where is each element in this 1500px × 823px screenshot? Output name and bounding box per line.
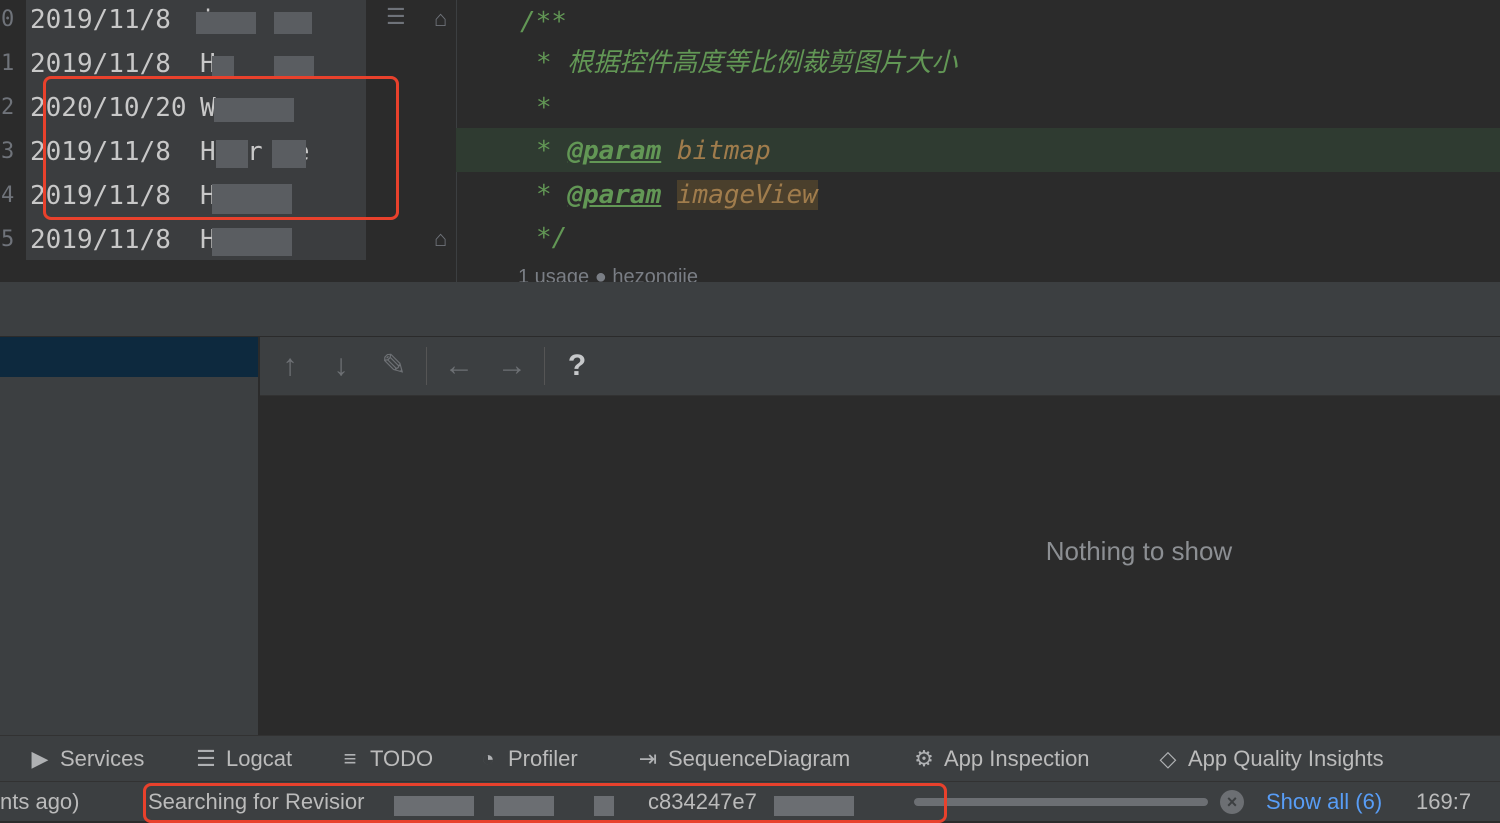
fold-close-icon[interactable]: ⌂ (434, 226, 447, 252)
arrow-up-icon[interactable]: ↑ (271, 347, 309, 385)
selected-row[interactable] (0, 337, 258, 377)
profiler-icon: ◔ (481, 746, 495, 771)
status-highlight-box (143, 783, 947, 823)
code-line: */ (536, 223, 568, 253)
code-editor[interactable]: 0 2019/11/8 ie 1 2019/11/8 H 2 2020/10/2… (0, 0, 1500, 282)
cursor-position[interactable]: 169:7 (1416, 782, 1471, 821)
line-number: 1 (1, 51, 15, 76)
tool-logcat[interactable]: ☰ Logcat (194, 736, 292, 782)
todo-icon: ≡ (343, 746, 357, 771)
align-left-icon[interactable]: ☰ (386, 4, 406, 30)
tool-label: TODO (370, 746, 434, 771)
tool-label: App Inspection (944, 746, 1090, 771)
panel-splitter[interactable] (0, 282, 1500, 337)
progress-bar (914, 798, 1208, 806)
line-number: 5 (1, 227, 15, 252)
show-all-link[interactable]: Show all (6) (1266, 782, 1382, 821)
param-name: bitmap (676, 136, 771, 166)
code-line: * @param imageView (536, 173, 818, 217)
redaction-blur (196, 12, 256, 34)
edit-icon[interactable]: ✎ (375, 347, 413, 385)
tool-label: SequenceDiagram (668, 746, 851, 771)
annotation-highlight-box (43, 76, 399, 220)
tool-label: Logcat (226, 746, 293, 771)
empty-state-text: Nothing to show (1045, 536, 1233, 566)
app-quality-insights-icon: ◇ (1159, 746, 1177, 771)
doc-star: * (536, 136, 552, 166)
services-icon: ▶ (31, 746, 49, 771)
redaction-blur (274, 56, 314, 76)
param-tag: @param (567, 136, 662, 166)
code-line: /** (520, 7, 567, 37)
redaction-blur (212, 228, 292, 256)
panel-toolbar: ↑ ↓ ✎ ← → ? (260, 337, 1500, 396)
tool-todo[interactable]: ≡ TODO (338, 736, 434, 782)
tool-profiler[interactable]: ◔ Profiler (476, 736, 578, 782)
cancel-icon[interactable]: × (1220, 790, 1244, 814)
sequence-diagram-icon: ⇥ (638, 746, 658, 771)
app-inspection-icon: ⚙ (914, 746, 934, 771)
tool-app-quality-insights[interactable]: ◇ App Quality Insights (1156, 736, 1384, 782)
details-pane: Nothing to show (260, 396, 1500, 735)
redaction-blur (274, 12, 312, 34)
toolbar-separator (544, 347, 545, 385)
arrow-right-icon[interactable]: → (493, 347, 531, 385)
logcat-icon: ☰ (196, 746, 216, 771)
code-line: * 根据控件高度等比例裁剪图片大小 (536, 48, 958, 78)
tool-window-bar: ▶ Services ☰ Logcat ≡ TODO ◔ Profiler ⇥ Seque… (0, 735, 1500, 782)
left-list-pane[interactable] (0, 337, 258, 735)
annotation-row[interactable]: 5 2019/11/8 H jie (0, 220, 366, 264)
code-lens-usage[interactable]: 1 usage ● hezongjie (518, 266, 698, 282)
tool-sequence-diagram[interactable]: ⇥ SequenceDiagram (636, 736, 850, 782)
tool-services[interactable]: ▶ Services (28, 736, 145, 782)
annotation-date: 2019/11/8 (30, 5, 171, 35)
doc-star: * (536, 180, 552, 210)
status-bar: nts ago) Searching for Revisior c834247e… (0, 781, 1500, 823)
fold-open-icon[interactable]: ⌂ (434, 6, 447, 32)
tool-label: Services (60, 746, 145, 771)
toolbar-separator (426, 347, 427, 385)
tool-app-inspection[interactable]: ⚙ App Inspection (912, 736, 1090, 782)
code-line: * @param bitmap (536, 129, 771, 173)
line-number: 3 (1, 139, 15, 164)
line-number: 2 (1, 95, 15, 120)
line-number: 4 (1, 183, 15, 208)
arrow-left-icon[interactable]: ← (440, 347, 478, 385)
line-number: 0 (1, 7, 15, 32)
code-line: * (536, 93, 552, 123)
redaction-blur (212, 56, 234, 76)
tool-label: Profiler (508, 746, 578, 771)
help-icon[interactable]: ? (558, 347, 596, 385)
tool-label: App Quality Insights (1188, 746, 1384, 771)
annotation-date: 2019/11/8 (30, 225, 171, 255)
param-tag: @param (567, 180, 662, 210)
status-left-text: nts ago) (0, 789, 80, 814)
arrow-down-icon[interactable]: ↓ (322, 347, 360, 385)
param-name-highlighted: imageView (676, 180, 818, 210)
